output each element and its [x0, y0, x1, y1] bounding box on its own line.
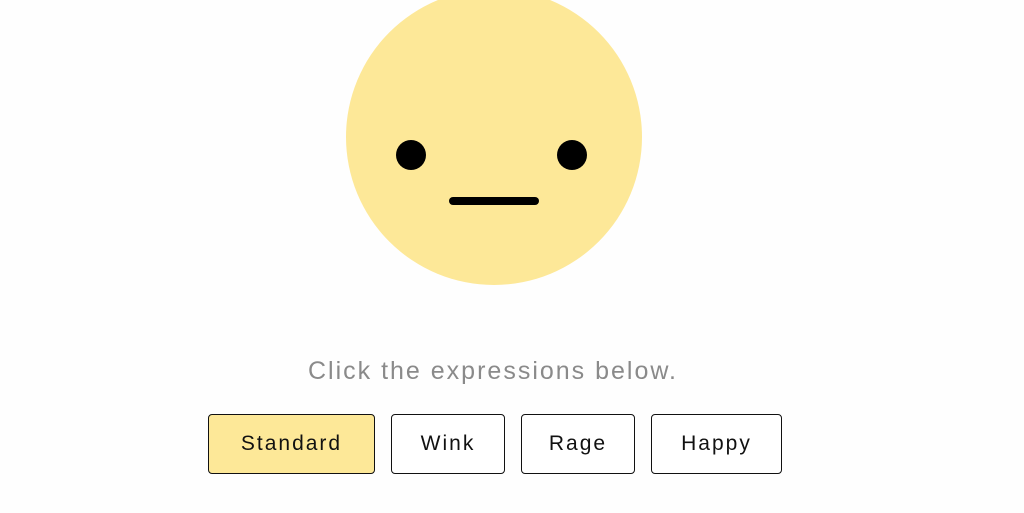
mouth — [449, 197, 539, 205]
expression-buttons: Standard Wink Rage Happy — [208, 414, 782, 474]
rage-button[interactable]: Rage — [521, 414, 635, 474]
wink-button[interactable]: Wink — [391, 414, 505, 474]
emoji-face — [346, 0, 642, 285]
happy-button[interactable]: Happy — [651, 414, 782, 474]
instruction-text: Click the expressions below. — [307, 357, 679, 385]
right-eye — [557, 140, 587, 170]
standard-button[interactable]: Standard — [208, 414, 375, 474]
emoji-demo: Click the expressions below. Standard Wi… — [0, 0, 1024, 513]
left-eye — [396, 140, 426, 170]
